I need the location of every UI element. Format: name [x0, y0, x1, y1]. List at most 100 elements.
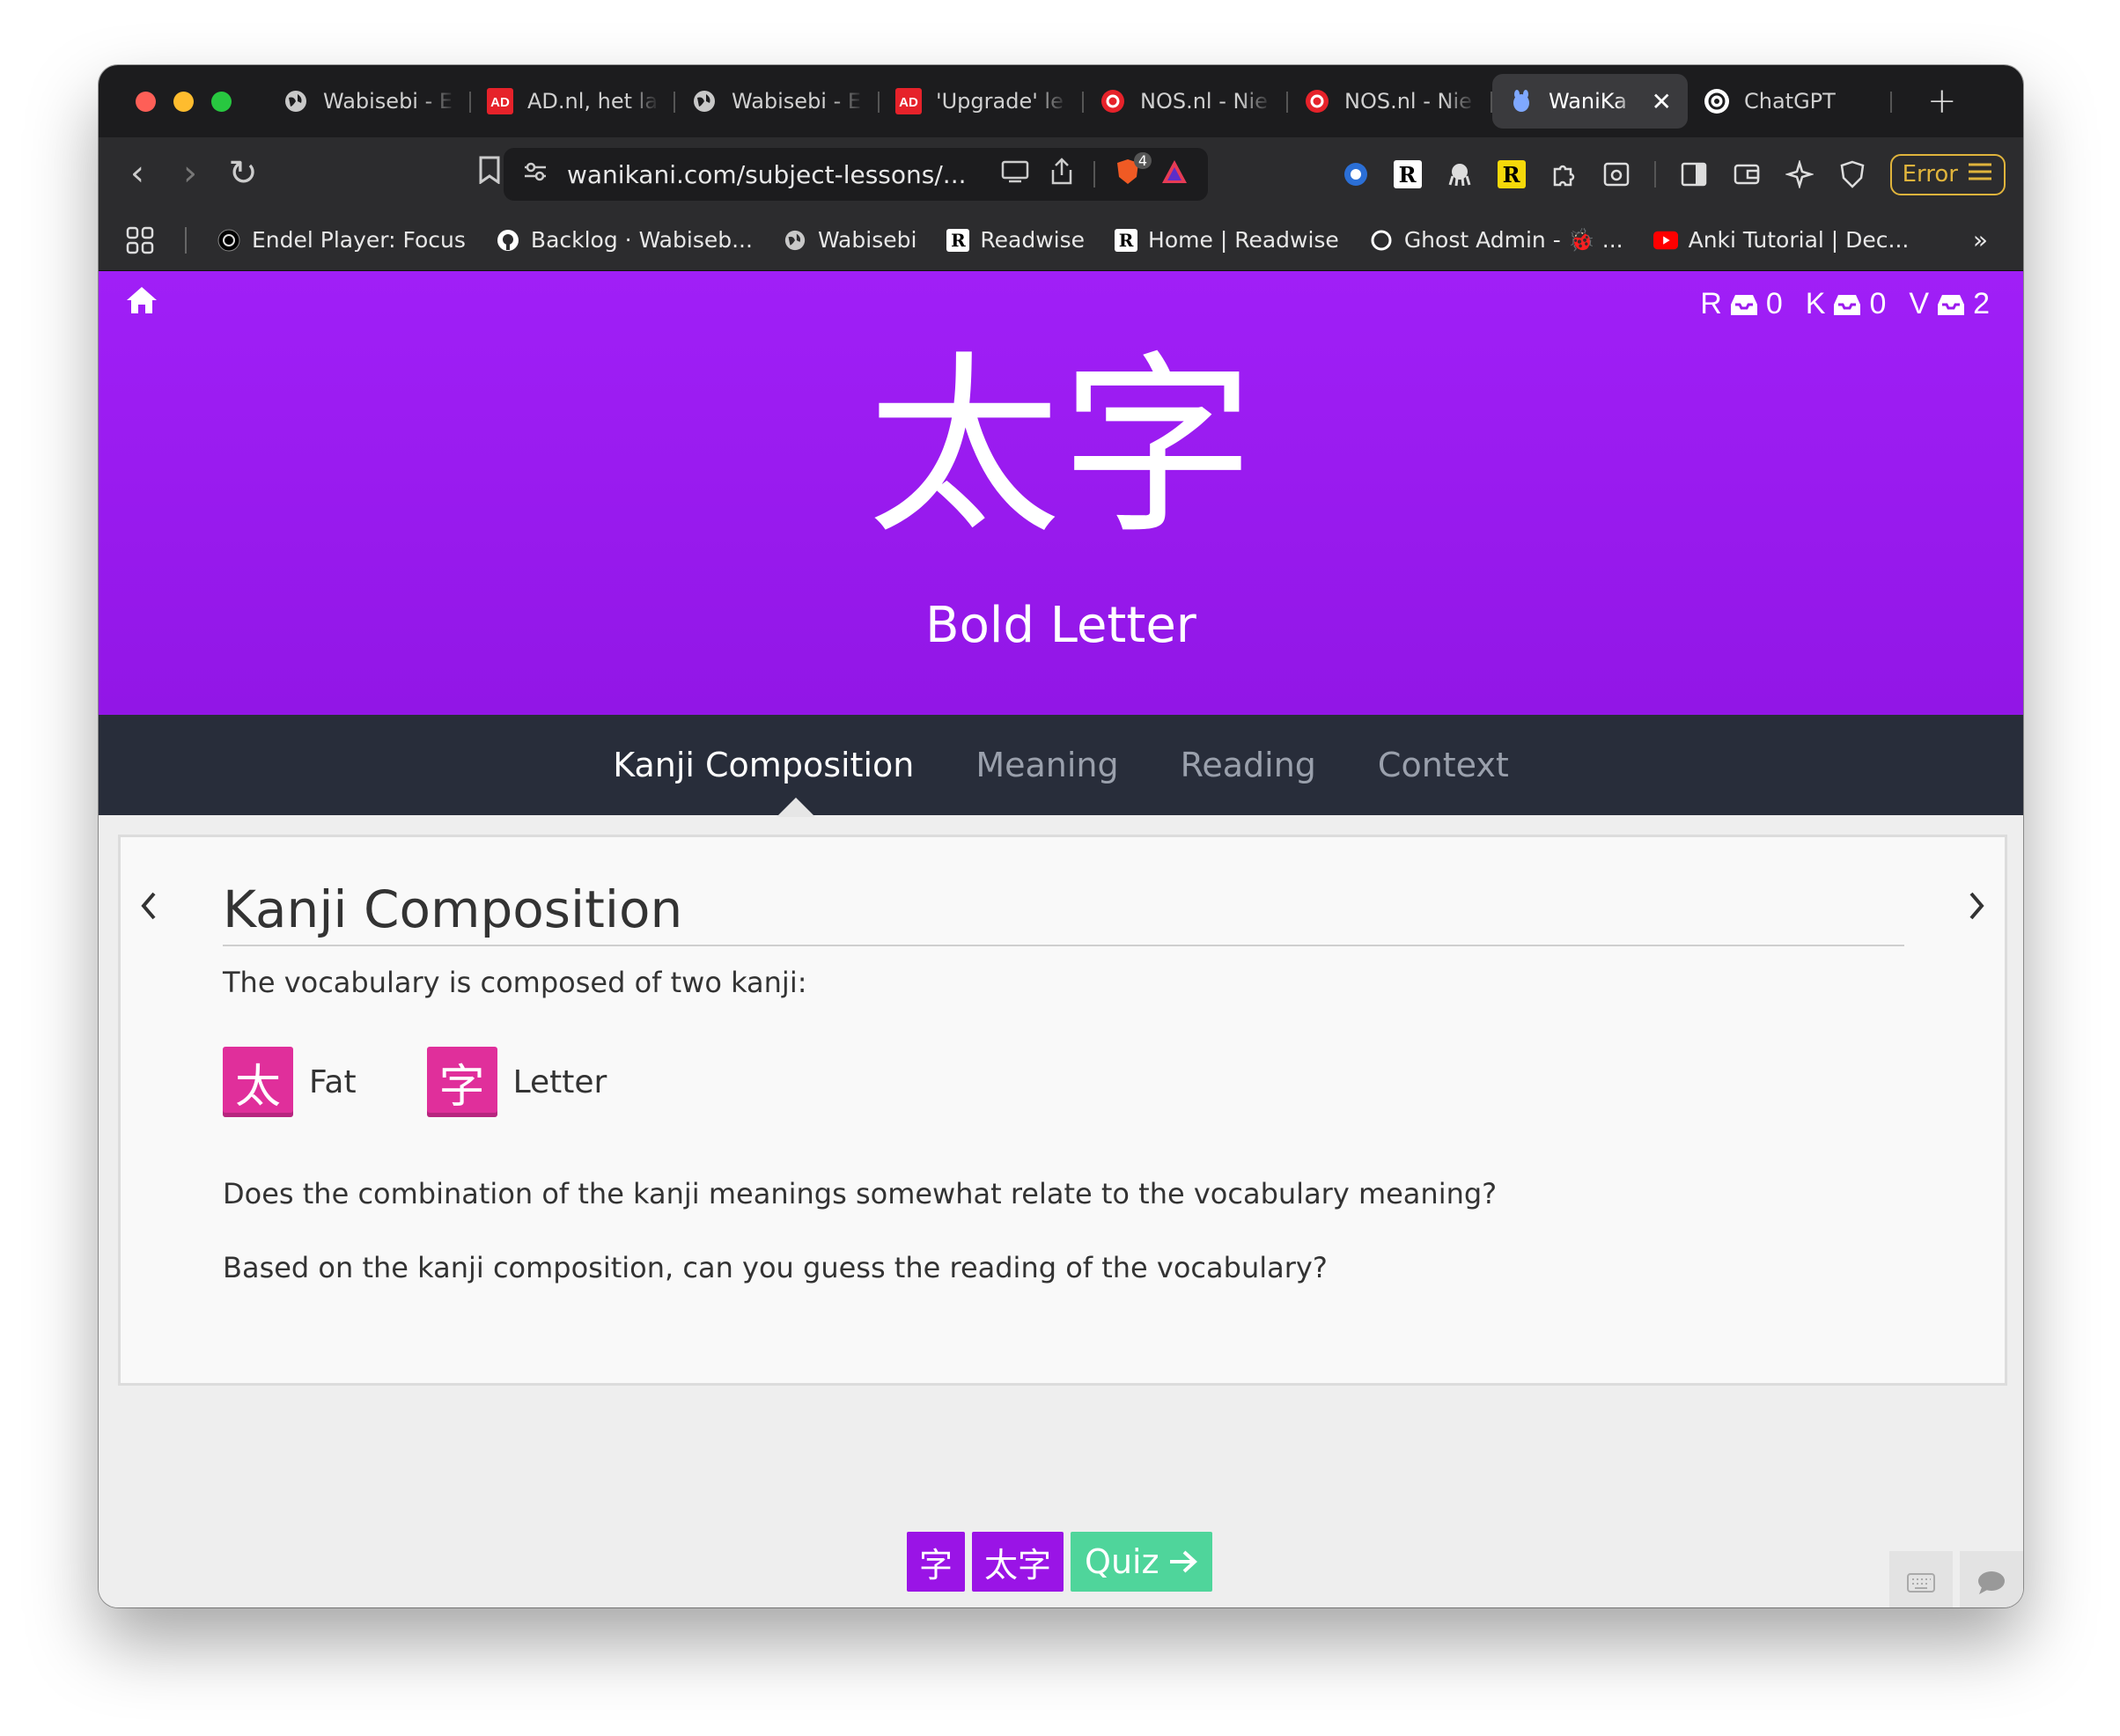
lesson-item-button[interactable]: 字	[907, 1532, 966, 1592]
tab-title: Wabisebi - E	[323, 89, 453, 114]
bookmark-label: Endel Player: Focus	[252, 227, 466, 253]
endel-icon	[217, 228, 241, 253]
queue-letter: V	[1909, 287, 1930, 320]
inbox-icon	[1834, 294, 1861, 315]
nos-icon	[1100, 88, 1126, 114]
home-icon[interactable]	[125, 285, 158, 319]
arrow-right-icon	[1169, 1550, 1197, 1573]
component-kanji-item[interactable]: 太 Fat	[223, 1047, 357, 1117]
leo-ai-icon[interactable]	[1785, 159, 1815, 189]
readwise-icon: R	[1115, 228, 1138, 252]
octopus-extension-icon[interactable]	[1445, 159, 1475, 189]
section-title: Kanji Composition	[223, 879, 1904, 946]
brave-rewards-icon[interactable]	[1160, 158, 1189, 191]
tab-nos-1[interactable]: NOS.nl - Nie	[1084, 74, 1288, 129]
radical-queue-count: R 0	[1700, 287, 1782, 321]
browser-window: Wabisebi - E AD AD.nl, het la Wabisebi -…	[99, 65, 2023, 1607]
next-section-icon[interactable]	[1966, 888, 1989, 932]
queue-number: 2	[1973, 287, 1990, 320]
tab-ad-2[interactable]: AD 'Upgrade' le	[880, 74, 1084, 129]
bookmarks-bar: Endel Player: Focus Backlog · Wabiseb...…	[99, 210, 2023, 271]
component-kanji-item[interactable]: 字 Letter	[426, 1047, 607, 1117]
bookmark-label: Wabisebi	[817, 227, 917, 253]
bookmark-backlog[interactable]: Backlog · Wabiseb...	[496, 227, 753, 253]
new-tab-button[interactable]: +	[1927, 81, 1957, 121]
kanji-character-badge[interactable]: 太	[223, 1047, 293, 1117]
queue-number: 0	[1765, 287, 1783, 320]
share-icon[interactable]	[1049, 157, 1074, 192]
quiz-button[interactable]: Quiz	[1071, 1532, 1212, 1592]
queue-counts: R 0 K 0 V 2	[1700, 287, 1990, 321]
tab-wabisebi-2[interactable]: Wabisebi - E	[675, 74, 880, 129]
bookmark-divider	[185, 226, 187, 254]
lesson-card: Kanji Composition The vocabulary is comp…	[118, 835, 2007, 1386]
quiz-label: Quiz	[1085, 1542, 1159, 1581]
reader-extension-icon[interactable]: R	[1497, 160, 1526, 188]
apps-grid-button[interactable]	[125, 225, 155, 255]
url-text: wanikani.com/subject-lessons/...	[567, 159, 967, 189]
tab-wanikani[interactable]: WaniKa ✕	[1492, 74, 1688, 129]
bookmark-home-readwise[interactable]: R Home | Readwise	[1115, 227, 1339, 253]
forward-button[interactable]: ›	[164, 153, 217, 194]
kanji-character-badge[interactable]: 字	[426, 1047, 497, 1117]
tab-ad-1[interactable]: AD AD.nl, het la	[471, 74, 675, 129]
tab-title: NOS.nl - Nie	[1140, 89, 1268, 114]
tab-nos-2[interactable]: NOS.nl - Nie	[1288, 74, 1492, 129]
reload-button[interactable]: ↻	[217, 153, 269, 194]
feedback-button[interactable]	[1960, 1551, 2023, 1607]
ghost-icon	[1369, 228, 1394, 253]
keyboard-shortcuts-button[interactable]	[1889, 1551, 1953, 1607]
bookmark-readwise[interactable]: R Readwise	[946, 227, 1085, 253]
lesson-section-tabs: Kanji Composition Meaning Reading Contex…	[99, 715, 2023, 815]
youtube-icon	[1653, 228, 1678, 253]
tab-title: NOS.nl - Nie	[1344, 89, 1472, 114]
search-page-icon[interactable]	[1601, 159, 1631, 189]
back-button[interactable]: ‹	[111, 153, 164, 194]
tab-wabisebi-1[interactable]: Wabisebi - E	[267, 74, 471, 129]
globe-icon	[283, 88, 309, 114]
globe-icon	[783, 228, 807, 253]
minimize-window-button[interactable]	[173, 91, 194, 112]
readwise-icon: R	[946, 228, 970, 252]
tab-meaning[interactable]: Meaning	[975, 746, 1118, 784]
lesson-item-button[interactable]: 太字	[972, 1532, 1064, 1592]
reading-question: Based on the kanji composition, can you …	[223, 1251, 1328, 1284]
bookmark-wabisebi[interactable]: Wabisebi	[783, 227, 916, 253]
sidebar-toggle-icon[interactable]	[1679, 159, 1709, 189]
cast-icon[interactable]	[1000, 159, 1030, 190]
error-menu-button[interactable]: Error	[1889, 153, 2006, 195]
close-window-button[interactable]	[136, 91, 156, 112]
bookmark-endel[interactable]: Endel Player: Focus	[217, 227, 466, 253]
queue-letter: R	[1700, 287, 1722, 320]
bookmark-ghost-admin[interactable]: Ghost Admin - 🐞 ...	[1369, 227, 1623, 254]
close-tab-icon[interactable]: ✕	[1652, 87, 1672, 116]
tab-strip: Wabisebi - E AD AD.nl, het la Wabisebi -…	[267, 65, 1892, 137]
readwise-extension-icon[interactable]: R	[1393, 160, 1422, 188]
site-settings-icon[interactable]	[523, 159, 548, 190]
inbox-icon	[1938, 294, 1965, 315]
puzzle-extensions-icon[interactable]	[1549, 159, 1579, 189]
tab-chatgpt[interactable]: ChatGPT	[1688, 74, 1892, 129]
svg-text:AD: AD	[490, 95, 510, 110]
translate-extension-icon[interactable]	[1341, 159, 1371, 189]
zoom-window-button[interactable]	[211, 91, 232, 112]
tab-title: AD.nl, het la	[527, 89, 659, 114]
tab-kanji-composition[interactable]: Kanji Composition	[613, 746, 914, 784]
tab-reading[interactable]: Reading	[1181, 746, 1316, 784]
vpn-shield-icon[interactable]	[1837, 159, 1867, 189]
github-icon	[496, 228, 520, 253]
lesson-batch-nav: 字 太字 Quiz	[907, 1532, 1212, 1592]
queue-letter: K	[1805, 287, 1826, 320]
apps-grid-icon	[126, 226, 154, 254]
bookmark-anki[interactable]: Anki Tutorial | Dec...	[1653, 227, 1909, 253]
more-bookmarks-icon[interactable]: »	[1973, 225, 1988, 254]
chatgpt-icon	[1704, 88, 1730, 114]
extensions-toolbar: R R Error	[1341, 148, 2006, 201]
tab-context[interactable]: Context	[1378, 746, 1509, 784]
bookmark-label: Backlog · Wabiseb...	[530, 227, 753, 253]
address-bar[interactable]: wanikani.com/subject-lessons/... 4	[504, 148, 1208, 201]
previous-section-icon[interactable]	[136, 888, 159, 932]
inbox-icon	[1730, 294, 1757, 315]
wallet-icon[interactable]	[1732, 159, 1762, 189]
brave-shield-icon[interactable]: 4	[1115, 151, 1152, 192]
